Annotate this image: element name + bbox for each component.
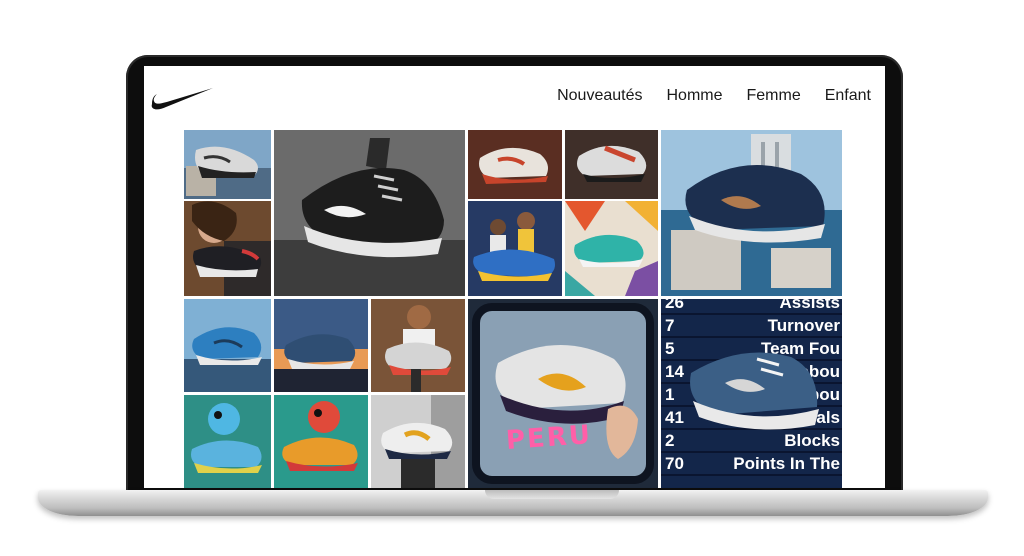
nav-enfant[interactable]: Enfant <box>825 86 871 106</box>
laptop-screen: Nouveautés Homme Femme Enfant PERU 26 As… <box>144 66 885 488</box>
grid-photo-dark-sneaker[interactable] <box>565 130 658 199</box>
grid-photo-colorful-art[interactable] <box>565 201 658 296</box>
nike-swoosh-logo[interactable] <box>150 84 214 112</box>
grid-photo-city-sneaker[interactable] <box>661 130 842 296</box>
grid-photo-sunset-sneaker[interactable] <box>274 299 368 392</box>
peru-handwriting: PERU <box>505 420 593 456</box>
grid-photo-gold-sneaker[interactable] <box>371 395 465 488</box>
grid-photo-blue-sneaker[interactable] <box>184 299 271 392</box>
site-header: Nouveautés Homme Femme Enfant <box>144 66 885 130</box>
laptop-base <box>38 490 988 516</box>
grid-photo-cartoon-red[interactable] <box>274 395 368 488</box>
grid-photo-cartoon-blue[interactable] <box>184 395 271 488</box>
main-nav: Nouveautés Homme Femme Enfant <box>557 86 871 106</box>
nav-homme[interactable]: Homme <box>666 86 722 106</box>
image-grid: PERU 26 Assists 7 Turnover 5 Team Fou 14 <box>184 130 842 488</box>
laptop-base-notch <box>485 490 619 499</box>
grid-photo-selfie-sneaker[interactable] <box>184 201 271 296</box>
grid-photo-man-holding-sneaker[interactable] <box>371 299 465 392</box>
grid-photo-bw-sneaker[interactable] <box>274 130 465 296</box>
grid-photo-basketball-players[interactable] <box>468 201 562 296</box>
nav-nouveautes[interactable]: Nouveautés <box>557 86 642 106</box>
grid-photo-red-sneaker[interactable] <box>468 130 562 199</box>
grid-photo-scoreboard-sneaker[interactable]: 26 Assists 7 Turnover 5 Team Fou 14 tal … <box>661 299 842 488</box>
nav-femme[interactable]: Femme <box>747 86 801 106</box>
grid-photo-peru-sneaker[interactable]: PERU <box>468 299 658 488</box>
grid-photo-sneaker-beach[interactable] <box>184 130 271 199</box>
